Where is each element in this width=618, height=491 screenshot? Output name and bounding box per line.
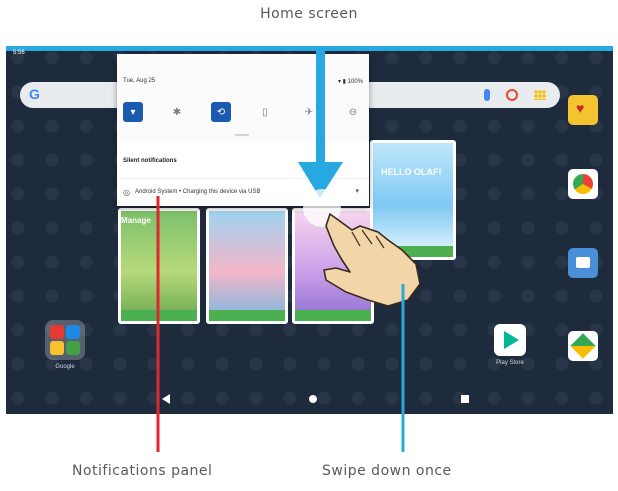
swipe-down-callout: Swipe down once [322,463,452,479]
status-time: 5:56 [13,50,25,56]
swipe-arrow-shaft [316,48,325,166]
notifications-panel-callout: Notifications panel [72,463,213,479]
annotation-overlay [156,48,421,452]
hand-icon [323,213,421,307]
